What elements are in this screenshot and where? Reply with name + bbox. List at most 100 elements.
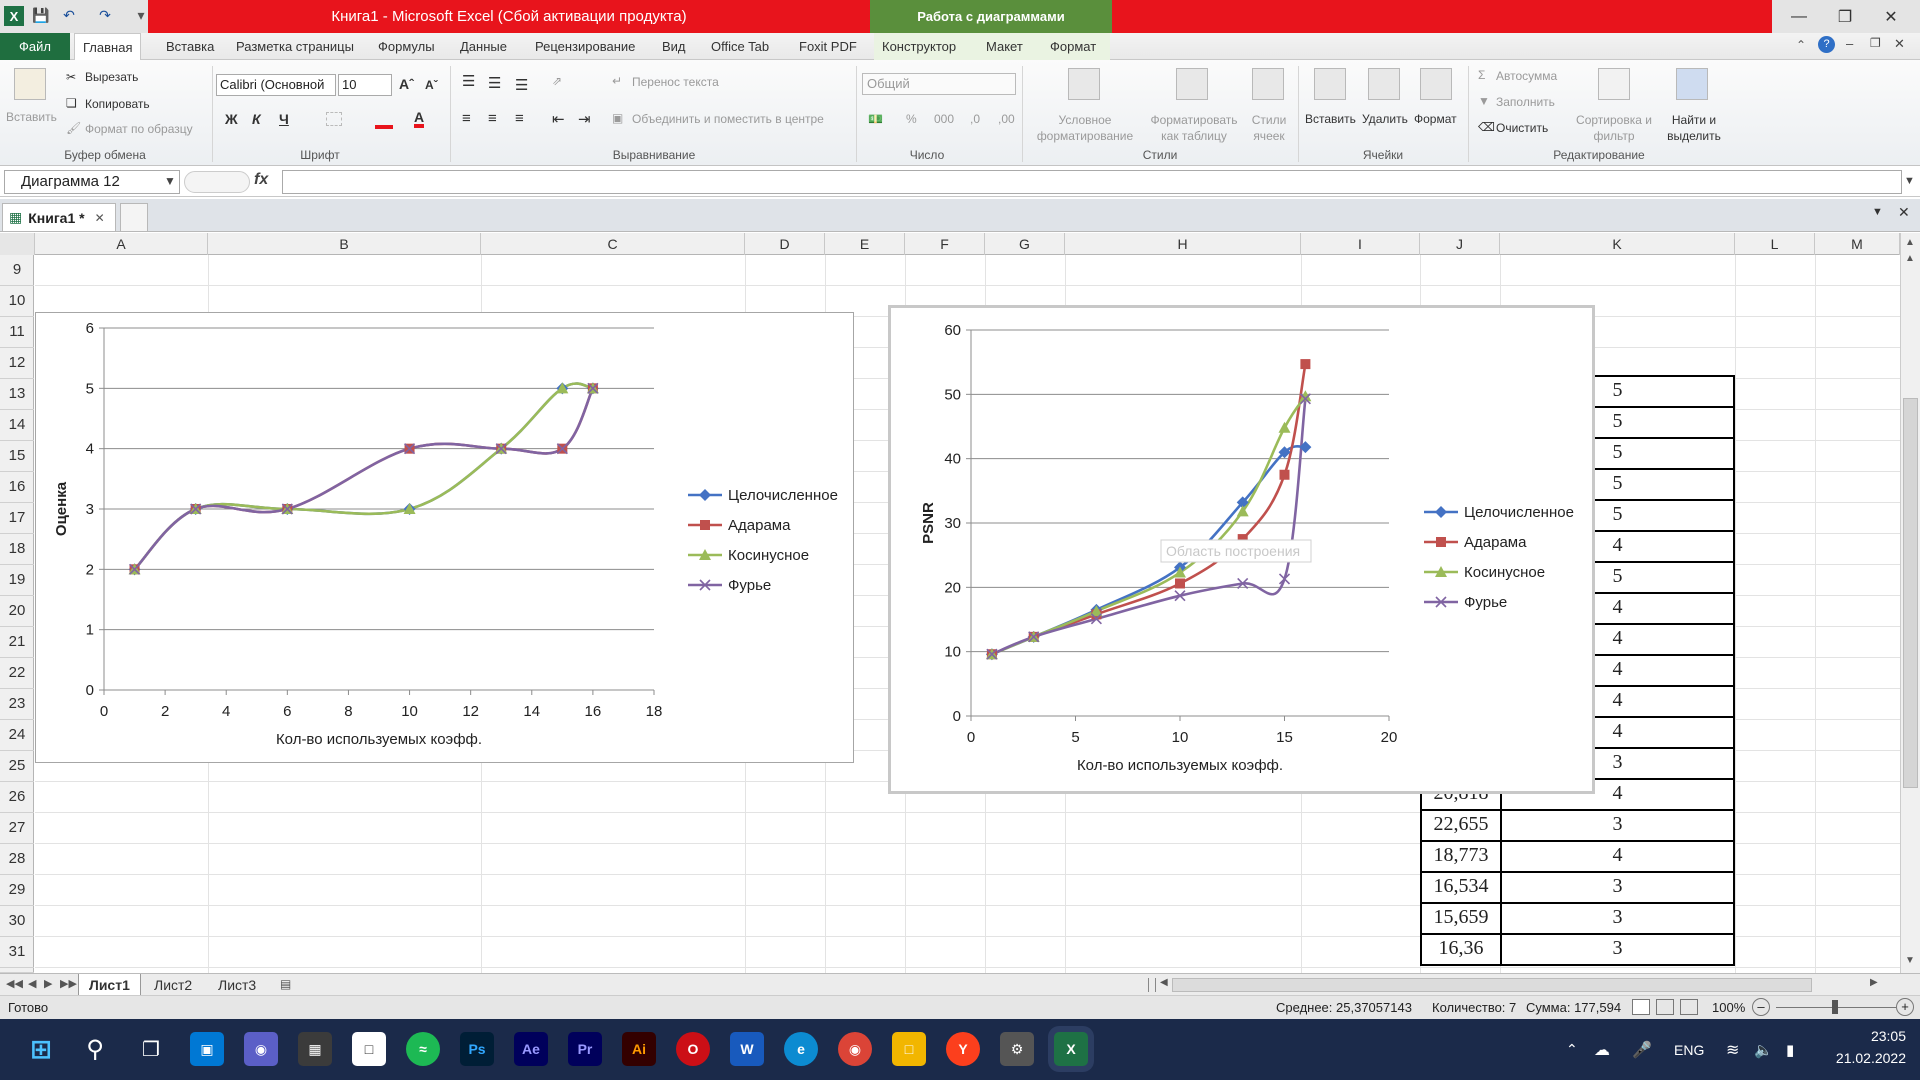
fill-icon[interactable]: ▼ (1478, 94, 1490, 108)
search-icon[interactable]: ⚲ (78, 1032, 112, 1066)
scroll-right-icon[interactable]: ▶ (1870, 977, 1878, 988)
page-layout-view-icon[interactable] (1656, 999, 1674, 1015)
row-header[interactable]: 24 (0, 720, 34, 751)
name-box[interactable]: Диаграмма 12 (4, 170, 180, 194)
row-header[interactable]: 15 (0, 441, 34, 472)
orientation-icon[interactable]: ⇗ (552, 74, 562, 88)
select-all-corner[interactable] (0, 233, 35, 255)
spotify-icon[interactable]: ≈ (406, 1032, 440, 1066)
increase-decimal-icon[interactable]: ,0 (970, 112, 980, 126)
decrease-decimal-icon[interactable]: ,00 (998, 112, 1015, 126)
number-format-select[interactable]: Общий (862, 73, 1016, 95)
row-header[interactable]: 27 (0, 813, 34, 844)
premiere-icon[interactable]: Pr (568, 1032, 602, 1066)
clock-date[interactable]: 21.02.2022 (1816, 1050, 1906, 1066)
align-center-icon[interactable]: ≡ (488, 110, 497, 127)
row-header[interactable]: 14 (0, 410, 34, 441)
start-windows-icon[interactable]: ⊞ (24, 1032, 58, 1066)
scissors-icon[interactable]: ✂ (66, 70, 76, 84)
align-right-icon[interactable]: ≡ (515, 110, 524, 127)
tab-foxit-pdf[interactable]: Foxit PDF (791, 33, 865, 60)
table-cell-k[interactable]: 3 (1500, 902, 1735, 935)
row-header[interactable]: 28 (0, 844, 34, 875)
table-cell-k[interactable]: 3 (1500, 871, 1735, 904)
close-tab-icon[interactable]: ✕ (95, 211, 105, 225)
table-cell-j[interactable]: 15,659 (1420, 902, 1502, 935)
first-sheet-icon[interactable]: ◀◀ (6, 977, 23, 990)
font-name-select[interactable]: Calibri (Основной (216, 74, 336, 96)
excel-taskbar-icon[interactable]: X (1054, 1032, 1088, 1066)
format-cells-button[interactable]: Формат (1414, 112, 1457, 126)
file-icon[interactable]: □ (352, 1032, 386, 1066)
new-tab-button[interactable] (120, 203, 148, 231)
tab-insert[interactable]: Вставка (158, 33, 222, 60)
row-header[interactable]: 16 (0, 472, 34, 503)
wifi-icon[interactable]: ≋ (1726, 1019, 1739, 1080)
clock-time[interactable]: 23:05 (1826, 1028, 1906, 1044)
paste-button[interactable]: Вставить (6, 110, 57, 124)
paste-icon[interactable] (14, 68, 46, 100)
borders-icon[interactable] (326, 112, 342, 126)
ribbon-collapse-icon[interactable]: ⌃ (1796, 38, 1806, 52)
tray-chevron-icon[interactable]: ⌃ (1566, 1019, 1578, 1080)
document-tab[interactable]: ▦ Книга1 * ✕ (2, 203, 116, 231)
restore-icon[interactable]: ❐ (1822, 2, 1868, 32)
chrome-icon[interactable]: ◉ (838, 1032, 872, 1066)
table-cell-j[interactable]: 16,36 (1420, 933, 1502, 966)
row-header[interactable]: 13 (0, 379, 34, 410)
format-cells-icon[interactable] (1420, 68, 1452, 100)
find-select-button[interactable]: Найти и выделить (1656, 112, 1732, 144)
table-cell-j[interactable]: 16,534 (1420, 871, 1502, 904)
expand-formula-icon[interactable]: ▼ (1904, 175, 1915, 187)
row-header[interactable]: 23 (0, 689, 34, 720)
font-size-select[interactable]: 10 (338, 74, 392, 96)
decrease-indent-icon[interactable]: ⇤ (552, 110, 565, 128)
battery-icon[interactable]: ▮ (1786, 1019, 1794, 1080)
after-effects-icon[interactable]: Ae (514, 1032, 548, 1066)
wrap-text-icon[interactable]: ↵ (612, 74, 622, 88)
wrap-text-button[interactable]: Перенос текста (632, 75, 719, 89)
merge-icon[interactable]: ▣ (612, 111, 623, 125)
scroll-up-icon[interactable]: ▲ (1905, 253, 1915, 264)
close-icon[interactable]: ✕ (1868, 2, 1914, 32)
column-header[interactable]: K (1500, 233, 1735, 255)
column-header[interactable]: E (825, 233, 905, 255)
row-header[interactable]: 29 (0, 875, 34, 906)
bold-button[interactable]: Ж (225, 111, 238, 127)
tab-home[interactable]: Главная (74, 33, 142, 61)
increase-indent-icon[interactable]: ⇥ (578, 110, 591, 128)
scroll-down-icon[interactable]: ▼ (1905, 955, 1915, 966)
microphone-icon[interactable]: 🎤 (1632, 1019, 1652, 1080)
normal-view-icon[interactable] (1632, 999, 1650, 1015)
doc-restore-icon[interactable]: ❐ (1870, 36, 1881, 50)
zoom-out-icon[interactable]: – (1752, 998, 1770, 1016)
row-header[interactable]: 21 (0, 627, 34, 658)
next-sheet-icon[interactable]: ▶ (44, 977, 52, 990)
volume-icon[interactable]: 🔈 (1754, 1019, 1773, 1080)
column-header[interactable]: A (35, 233, 208, 255)
merge-center-button[interactable]: Объединить и поместить в центре (632, 112, 824, 126)
tab-chart-format[interactable]: Формат (1042, 33, 1110, 60)
scroll-left-icon[interactable]: ◀ (1160, 977, 1168, 988)
redo-icon[interactable]: ↷ (96, 5, 114, 25)
column-header[interactable]: L (1735, 233, 1815, 255)
zoom-level[interactable]: 100% (1712, 1000, 1745, 1015)
sheet-tab-2[interactable]: Лист2 (144, 974, 202, 996)
row-header[interactable]: 10 (0, 286, 34, 317)
column-header[interactable]: M (1815, 233, 1900, 255)
undo-icon[interactable]: ↶ (60, 5, 78, 25)
sheet-tab-1[interactable]: Лист1 (78, 974, 141, 996)
shrink-font-icon[interactable]: Aˇ (425, 78, 438, 92)
binoculars-icon[interactable] (1676, 68, 1708, 100)
tab-close-all-icon[interactable]: ✕ (1898, 204, 1910, 221)
italic-button[interactable]: К (252, 111, 261, 127)
help-icon[interactable]: ? (1818, 36, 1835, 53)
percent-icon[interactable]: % (906, 112, 917, 126)
row-header[interactable]: 12 (0, 348, 34, 379)
eraser-icon[interactable]: ⌫ (1478, 120, 1495, 134)
copy-icon[interactable]: ❏ (66, 96, 77, 110)
underline-button[interactable]: Ч (279, 111, 289, 127)
row-header[interactable]: 25 (0, 751, 34, 782)
edge-icon[interactable]: e (784, 1032, 818, 1066)
row-header[interactable]: 17 (0, 503, 34, 534)
